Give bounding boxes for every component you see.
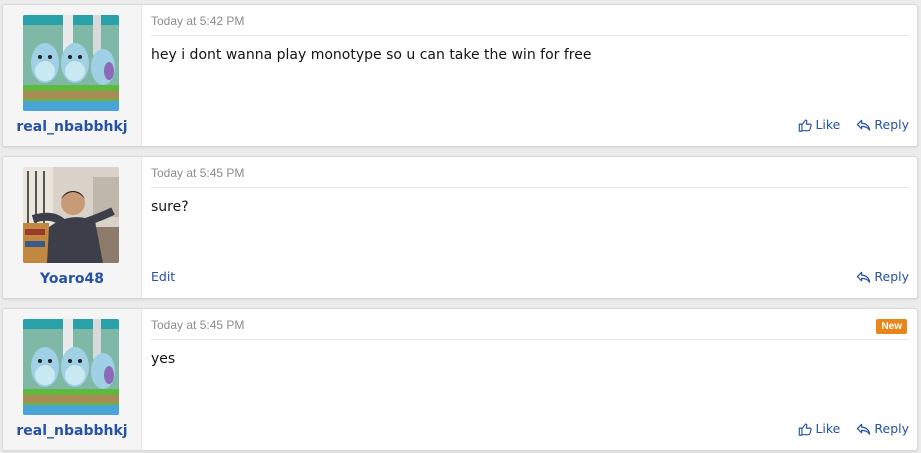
reply-arrow-icon: [857, 271, 871, 283]
post-body: Today at 5:42 PM hey i dont wanna play m…: [151, 5, 909, 146]
pokemon-avatar-image: [23, 15, 119, 111]
post-1: real_nbabbhkj Today at 5:42 PM hey i don…: [2, 4, 918, 147]
username[interactable]: real_nbabbhkj: [3, 423, 141, 439]
like-label: Like: [815, 421, 841, 436]
post-actions: Like Reply: [798, 421, 909, 436]
reply-label: Reply: [874, 421, 909, 436]
edit-link[interactable]: Edit: [151, 269, 175, 284]
reply-arrow-icon: [857, 423, 871, 435]
post-actions: Like Reply: [798, 117, 909, 132]
reply-button[interactable]: Reply: [856, 117, 909, 132]
post-actions: Reply: [856, 269, 909, 284]
reply-label: Reply: [874, 117, 909, 132]
post-message: hey i dont wanna play monotype so u can …: [151, 47, 592, 63]
like-label: Like: [815, 117, 841, 132]
post-author-sidebar: real_nbabbhkj: [3, 5, 142, 146]
thumbs-up-icon: [799, 422, 813, 436]
like-button[interactable]: Like: [798, 117, 840, 132]
username[interactable]: real_nbabbhkj: [3, 119, 141, 135]
avatar[interactable]: [23, 167, 119, 263]
like-button[interactable]: Like: [798, 421, 840, 436]
post-timestamp[interactable]: Today at 5:45 PM: [151, 166, 244, 180]
divider: [151, 187, 909, 188]
reply-label: Reply: [874, 269, 909, 284]
post-3: real_nbabbhkj Today at 5:45 PM New yes L…: [2, 308, 918, 451]
avatar[interactable]: [23, 319, 119, 415]
thumbs-up-icon: [799, 118, 813, 132]
new-badge: New: [876, 319, 907, 334]
post-author-sidebar: Yoaro48: [3, 157, 142, 298]
username[interactable]: Yoaro48: [3, 271, 141, 287]
pokemon-avatar-image: [23, 319, 119, 415]
post-body: Today at 5:45 PM New yes Like Reply: [151, 309, 909, 450]
reply-arrow-icon: [857, 119, 871, 131]
post-message: sure?: [151, 199, 189, 215]
post-author-sidebar: real_nbabbhkj: [3, 309, 142, 450]
post-timestamp[interactable]: Today at 5:45 PM: [151, 318, 244, 332]
reply-button[interactable]: Reply: [856, 421, 909, 436]
post-message: yes: [151, 351, 176, 367]
avatar[interactable]: [23, 15, 119, 111]
man-avatar-image: [23, 167, 119, 263]
post-timestamp[interactable]: Today at 5:42 PM: [151, 14, 244, 28]
divider: [151, 339, 909, 340]
divider: [151, 35, 909, 36]
reply-button[interactable]: Reply: [856, 269, 909, 284]
post-body: Today at 5:45 PM sure? Edit Reply: [151, 157, 909, 298]
post-2: Yoaro48 Today at 5:45 PM sure? Edit Repl…: [2, 156, 918, 299]
